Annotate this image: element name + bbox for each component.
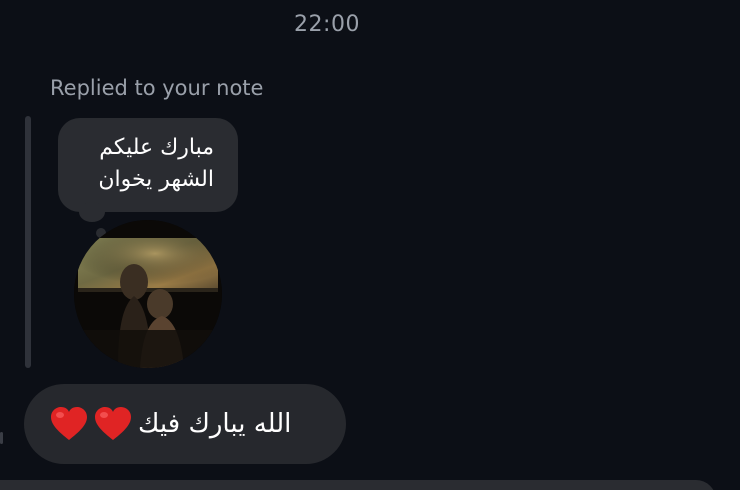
red-heart-icon bbox=[51, 407, 87, 440]
chat-screen: 22:00 Replied to your note مبارك عليكم ا… bbox=[0, 0, 740, 490]
note-text: مبارك عليكم الشهر يخوان bbox=[98, 135, 214, 192]
message-timestamp: 22:00 bbox=[294, 12, 360, 37]
message-content: الله يبارك فيك bbox=[50, 406, 291, 442]
avatar-photo bbox=[74, 220, 222, 368]
red-heart-icon bbox=[95, 407, 131, 440]
message-bubble[interactable]: الله يبارك فيك bbox=[24, 384, 346, 464]
next-message-bubble-edge bbox=[0, 480, 716, 490]
message-text: الله يبارك فيك bbox=[138, 409, 292, 439]
scroll-edge-indicator bbox=[0, 432, 3, 444]
note-bubble[interactable]: مبارك عليكم الشهر يخوان bbox=[58, 118, 238, 212]
reply-context-label: Replied to your note bbox=[50, 76, 264, 100]
note-author-avatar[interactable] bbox=[74, 220, 222, 368]
note-bubble-tail bbox=[79, 202, 105, 222]
reply-indicator-bar bbox=[25, 116, 31, 368]
